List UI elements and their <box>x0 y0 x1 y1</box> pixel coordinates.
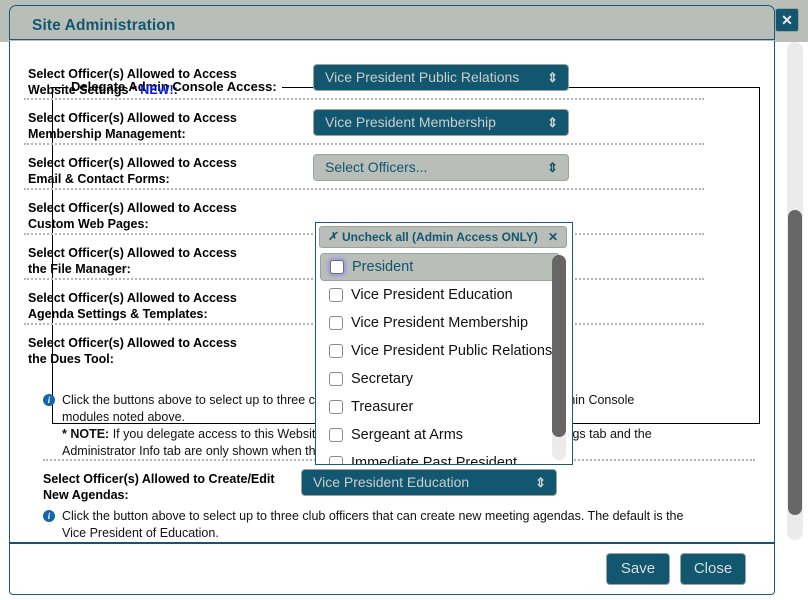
save-button[interactable]: Save <box>606 553 670 585</box>
updown-arrows-icon: ⇕ <box>547 70 558 85</box>
list-item-label: Vice President Public Relations <box>351 343 553 359</box>
dialog-body: Delegate Admin Console Access: Select Of… <box>9 41 775 542</box>
label-line-1: Select Officer(s) Allowed to Access <box>28 201 237 215</box>
label-line-2: the File Manager: <box>28 262 131 276</box>
uncheck-all-button[interactable]: ✗ Uncheck all (Admin Access ONLY) ✕ <box>319 226 567 248</box>
uncheck-all-label: Uncheck all (Admin Access ONLY) <box>342 230 538 244</box>
checkbox-icon[interactable] <box>329 316 343 330</box>
page-title: Site Administration <box>32 17 176 34</box>
list-item[interactable]: Treasurer <box>320 394 560 422</box>
info-icon: i <box>43 510 55 522</box>
list-item-label: Vice President Membership <box>351 315 529 331</box>
checkbox-icon[interactable] <box>330 260 344 274</box>
uncheck-icon: ✗ <box>328 231 338 243</box>
label-line-1: Select Officer(s) Allowed to Access <box>28 111 237 125</box>
dialog-footer: Save Close <box>9 542 775 595</box>
label-line-1: Select Officer(s) Allowed to Create/Edit <box>43 472 275 486</box>
row-label-agenda-settings-templates: Select Officer(s) Allowed to Access Agen… <box>28 290 278 322</box>
checkbox-icon[interactable] <box>329 456 343 464</box>
list-item[interactable]: Secretary <box>320 366 560 394</box>
label-line-2: Agenda Settings & Templates: <box>28 307 208 321</box>
row-label-new-agendas: Select Officer(s) Allowed to Create/Edit… <box>43 471 313 503</box>
officers-dropdown-panel: ✗ Uncheck all (Admin Access ONLY) ✕ Pres… <box>315 222 573 465</box>
list-item[interactable]: Vice President Education <box>320 282 560 310</box>
list-item-label: President <box>352 259 414 275</box>
dialog-titlebar: Site Administration ✕ <box>0 0 808 42</box>
label-line-1: Select Officer(s) Allowed to Access <box>28 291 237 305</box>
label-line-2: New Agendas: <box>43 488 129 502</box>
checkbox-icon[interactable] <box>329 428 343 442</box>
label-line-1: Select Officer(s) Allowed to Access <box>28 246 237 260</box>
list-item-label: Immediate Past President <box>351 455 518 465</box>
note-line-1: Click the button above to select up to t… <box>62 509 684 523</box>
label-colon: : <box>173 83 178 97</box>
row-label-file-manager: Select Officer(s) Allowed to Access the … <box>28 245 278 277</box>
info-icon: i <box>43 394 55 406</box>
close-button[interactable]: Close <box>680 553 746 585</box>
list-item[interactable]: President <box>320 253 560 281</box>
page-scrollbar-thumb[interactable] <box>788 210 802 515</box>
checkbox-icon[interactable] <box>329 344 343 358</box>
selected-value: Vice President Education <box>313 474 470 490</box>
select-officers-website-settings[interactable]: Vice President Public Relations ⇕ <box>313 64 569 91</box>
label-line-2: the Dues Tool: <box>28 352 114 366</box>
list-item[interactable]: Vice President Membership <box>320 310 560 338</box>
checkbox-icon[interactable] <box>329 372 343 386</box>
row-separator <box>24 143 704 145</box>
selected-value: Vice President Public Relations <box>325 69 520 85</box>
checkbox-icon[interactable] <box>329 400 343 414</box>
row-label-website-settings: Select Officer(s) Allowed to Access Webs… <box>28 66 278 98</box>
dropdown-scrollbar[interactable] <box>552 255 566 460</box>
label-line-2: Website Settings * <box>28 83 141 97</box>
titlebar-inner: Site Administration <box>9 5 775 40</box>
selected-value: Select Officers... <box>325 159 428 175</box>
updown-arrows-icon: ⇕ <box>535 475 546 490</box>
list-item-label: Vice President Education <box>351 287 513 303</box>
close-icon[interactable]: ✕ <box>775 8 799 32</box>
updown-arrows-icon: ⇕ <box>547 115 558 130</box>
checkbox-icon[interactable] <box>329 288 343 302</box>
page-scrollbar[interactable] <box>787 42 803 540</box>
row-separator <box>24 188 704 190</box>
row-label-dues-tool: Select Officer(s) Allowed to Access the … <box>28 335 278 367</box>
list-item[interactable]: Vice President Public Relations <box>320 338 560 366</box>
list-item[interactable]: Sergeant at Arms <box>320 422 560 450</box>
list-item-label: Treasurer <box>351 399 414 415</box>
dropdown-scrollbar-thumb[interactable] <box>552 255 566 437</box>
select-officers-membership-management[interactable]: Vice President Membership ⇕ <box>313 109 569 136</box>
site-administration-dialog: Site Administration ✕ Delegate Admin Con… <box>0 0 808 600</box>
label-line-1: Select Officer(s) Allowed to Access <box>28 67 237 81</box>
label-line-1: Select Officer(s) Allowed to Access <box>28 336 237 350</box>
selected-value: Vice President Membership <box>325 114 496 130</box>
select-officers-new-agendas[interactable]: Vice President Education ⇕ <box>301 469 557 496</box>
label-line-2: Membership Management: <box>28 127 186 141</box>
officers-list: President Vice President Education Vice … <box>316 251 572 465</box>
row-separator <box>24 98 704 100</box>
list-item-label: Secretary <box>351 371 414 387</box>
info-note-new-agendas: i Click the button above to select up to… <box>43 508 755 542</box>
label-line-1: Select Officer(s) Allowed to Access <box>28 156 237 170</box>
note-label: * NOTE: <box>62 427 110 441</box>
list-item[interactable]: Immediate Past President <box>320 450 560 465</box>
row-label-membership-management: Select Officer(s) Allowed to Access Memb… <box>28 110 278 142</box>
dropdown-close-icon[interactable]: ✕ <box>548 227 558 247</box>
label-line-2: Custom Web Pages: <box>28 217 149 231</box>
row-label-custom-web-pages: Select Officer(s) Allowed to Access Cust… <box>28 200 278 232</box>
label-line-2: Email & Contact Forms: <box>28 172 170 186</box>
updown-arrows-icon: ⇕ <box>547 160 558 175</box>
new-badge: NEW! <box>140 83 174 97</box>
row-label-email-contact-forms: Select Officer(s) Allowed to Access Emai… <box>28 155 278 187</box>
list-item-label: Sergeant at Arms <box>351 427 464 443</box>
select-officers-email-contact-forms[interactable]: Select Officers... ⇕ <box>313 154 569 181</box>
